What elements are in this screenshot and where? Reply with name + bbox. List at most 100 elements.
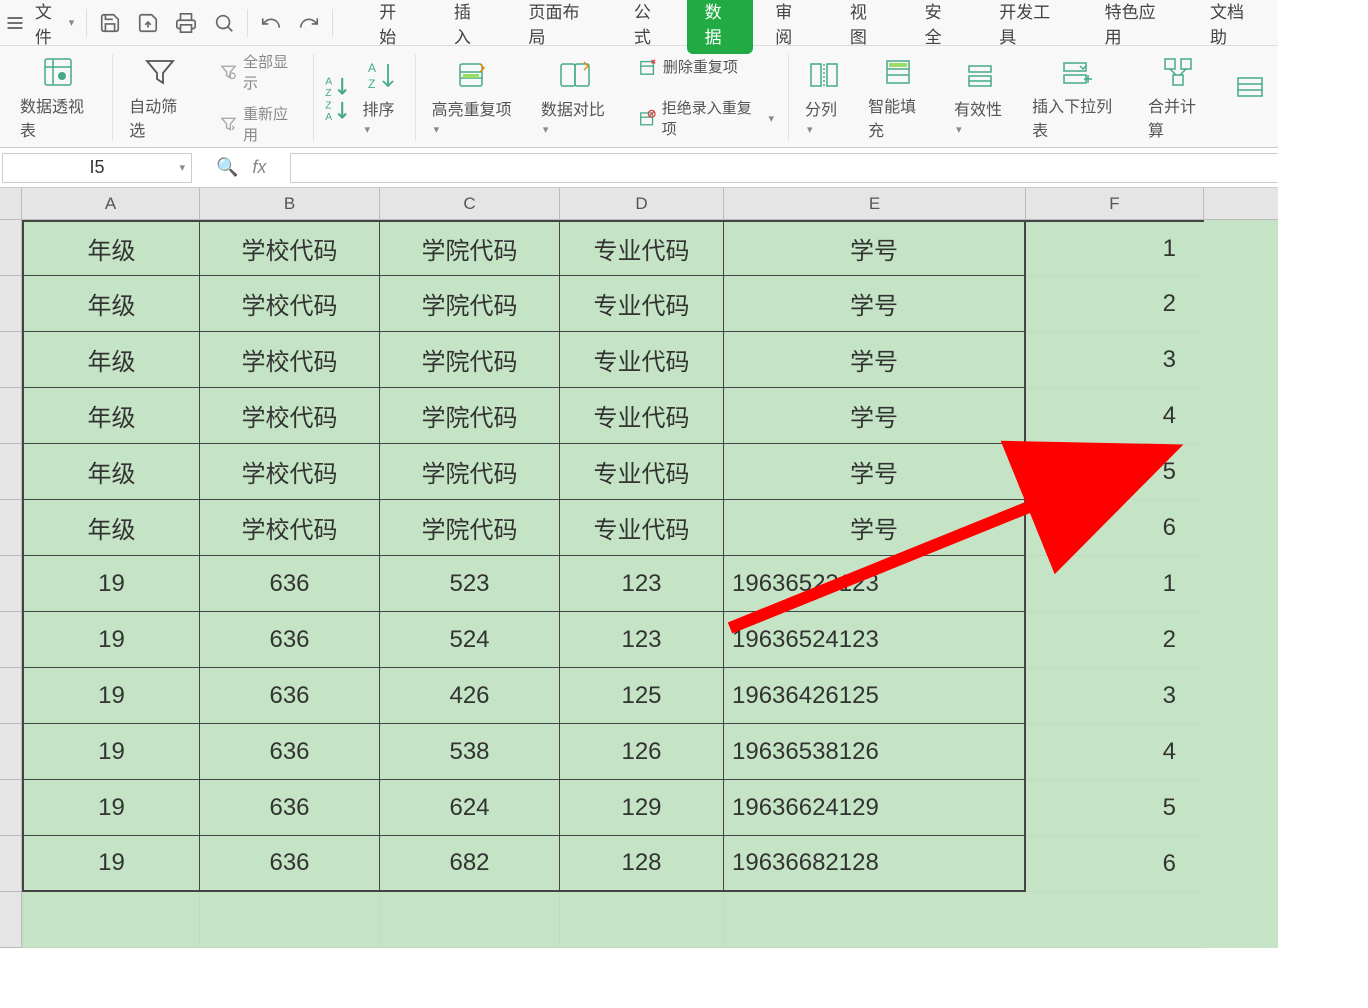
row-header[interactable] (0, 500, 22, 556)
name-box[interactable]: I5 ▾ (2, 153, 192, 183)
consolidate-button[interactable]: 合并计算 (1142, 51, 1214, 145)
cell[interactable]: 学校代码 (200, 388, 380, 444)
col-header-D[interactable]: D (560, 188, 724, 220)
tab-features[interactable]: 特色应用 (1083, 0, 1188, 56)
col-header-B[interactable]: B (200, 188, 380, 220)
save-as-icon[interactable] (129, 5, 167, 41)
cell[interactable]: 636 (200, 724, 380, 780)
cell[interactable]: 19636426125 (724, 668, 1026, 724)
cell[interactable]: 19636523123 (724, 556, 1026, 612)
cell[interactable]: 125 (560, 668, 724, 724)
cell[interactable]: 专业代码 (560, 276, 724, 332)
fx-label[interactable]: fx (252, 157, 266, 178)
sort-button[interactable]: AZ 排序▾ (356, 54, 404, 142)
tab-view[interactable]: 视图 (828, 0, 903, 56)
tab-review[interactable]: 审阅 (753, 0, 828, 56)
save-icon[interactable] (91, 5, 129, 41)
cell[interactable]: 1 (1026, 556, 1204, 612)
cell[interactable]: 19 (22, 556, 200, 612)
chevron-down-icon[interactable]: ▾ (179, 161, 185, 174)
row-header[interactable] (0, 892, 22, 948)
tab-data[interactable]: 数据 (687, 0, 754, 54)
cell[interactable]: 专业代码 (560, 388, 724, 444)
show-all-button[interactable]: 全部显示 (216, 49, 303, 95)
cell[interactable]: 426 (380, 668, 560, 724)
cell[interactable]: 3 (1026, 668, 1204, 724)
cell[interactable]: 6 (1026, 836, 1204, 892)
cell[interactable]: 学校代码 (200, 276, 380, 332)
cell[interactable]: 学院代码 (380, 500, 560, 556)
row-header[interactable] (0, 668, 22, 724)
tab-page-layout[interactable]: 页面布局 (507, 0, 612, 56)
row-header[interactable] (0, 332, 22, 388)
cell[interactable]: 636 (200, 668, 380, 724)
cell[interactable]: 4 (1026, 388, 1204, 444)
cell[interactable] (1026, 892, 1204, 948)
print-icon[interactable] (167, 5, 205, 41)
cell[interactable]: 1 (1026, 220, 1204, 276)
row-header[interactable] (0, 836, 22, 892)
cell[interactable] (380, 892, 560, 948)
reapply-button[interactable]: 重新应用 (216, 101, 303, 147)
undo-icon[interactable] (252, 5, 290, 41)
insert-dropdown-button[interactable]: 插入下拉列表 (1026, 51, 1128, 145)
sort-desc-icon[interactable]: ZA (324, 99, 350, 121)
cell[interactable]: 3 (1026, 332, 1204, 388)
reject-dup-button[interactable]: 拒绝录入重复项▾ (635, 95, 778, 141)
col-header-A[interactable]: A (22, 188, 200, 220)
tab-security[interactable]: 安全 (903, 0, 978, 56)
cell[interactable]: 523 (380, 556, 560, 612)
row-header[interactable] (0, 780, 22, 836)
cell[interactable]: 学校代码 (200, 444, 380, 500)
row-header[interactable] (0, 444, 22, 500)
row-header[interactable] (0, 276, 22, 332)
cell[interactable]: 5 (1026, 780, 1204, 836)
redo-icon[interactable] (290, 5, 328, 41)
cell[interactable]: 年级 (22, 332, 200, 388)
tab-insert[interactable]: 插入 (432, 0, 507, 56)
col-header-blank[interactable] (1204, 188, 1278, 220)
cell[interactable]: 学号 (724, 332, 1026, 388)
cell[interactable]: 19 (22, 612, 200, 668)
col-header-C[interactable]: C (380, 188, 560, 220)
cell[interactable]: 19 (22, 780, 200, 836)
cell[interactable]: 636 (200, 836, 380, 892)
cell[interactable]: 636 (200, 780, 380, 836)
cell[interactable]: 专业代码 (560, 332, 724, 388)
tab-developer[interactable]: 开发工具 (977, 0, 1082, 56)
autofilter-button[interactable]: 自动筛选 (123, 51, 196, 145)
cell[interactable]: 538 (380, 724, 560, 780)
cell[interactable]: 学号 (724, 500, 1026, 556)
tab-doc-helper[interactable]: 文档助 (1188, 0, 1278, 56)
row-header[interactable] (0, 612, 22, 668)
delete-dup-button[interactable]: 删除重复项 (635, 54, 778, 79)
cell[interactable]: 学号 (724, 220, 1026, 276)
cell[interactable]: 4 (1026, 724, 1204, 780)
cell[interactable]: 123 (560, 612, 724, 668)
row-header[interactable] (0, 388, 22, 444)
cell[interactable]: 学院代码 (380, 276, 560, 332)
cell[interactable]: 128 (560, 836, 724, 892)
cell[interactable]: 年级 (22, 444, 200, 500)
cell[interactable]: 2 (1026, 612, 1204, 668)
cell[interactable]: 学校代码 (200, 220, 380, 276)
print-preview-icon[interactable] (205, 5, 243, 41)
cell[interactable]: 年级 (22, 500, 200, 556)
cell[interactable]: 5 (1026, 444, 1204, 500)
sort-asc-icon[interactable]: AZ (324, 75, 350, 97)
row-header[interactable] (0, 556, 22, 612)
cell[interactable]: 19636524123 (724, 612, 1026, 668)
cell[interactable]: 126 (560, 724, 724, 780)
cell[interactable]: 19636624129 (724, 780, 1026, 836)
cell[interactable]: 学院代码 (380, 444, 560, 500)
cell[interactable]: 123 (560, 556, 724, 612)
cell[interactable]: 19 (22, 724, 200, 780)
cell[interactable]: 19 (22, 668, 200, 724)
tab-formula[interactable]: 公式 (612, 0, 687, 56)
cell[interactable]: 19636538126 (724, 724, 1026, 780)
cell[interactable]: 624 (380, 780, 560, 836)
cell[interactable]: 年级 (22, 388, 200, 444)
cell[interactable]: 学号 (724, 276, 1026, 332)
col-header-E[interactable]: E (724, 188, 1026, 220)
cell[interactable]: 129 (560, 780, 724, 836)
